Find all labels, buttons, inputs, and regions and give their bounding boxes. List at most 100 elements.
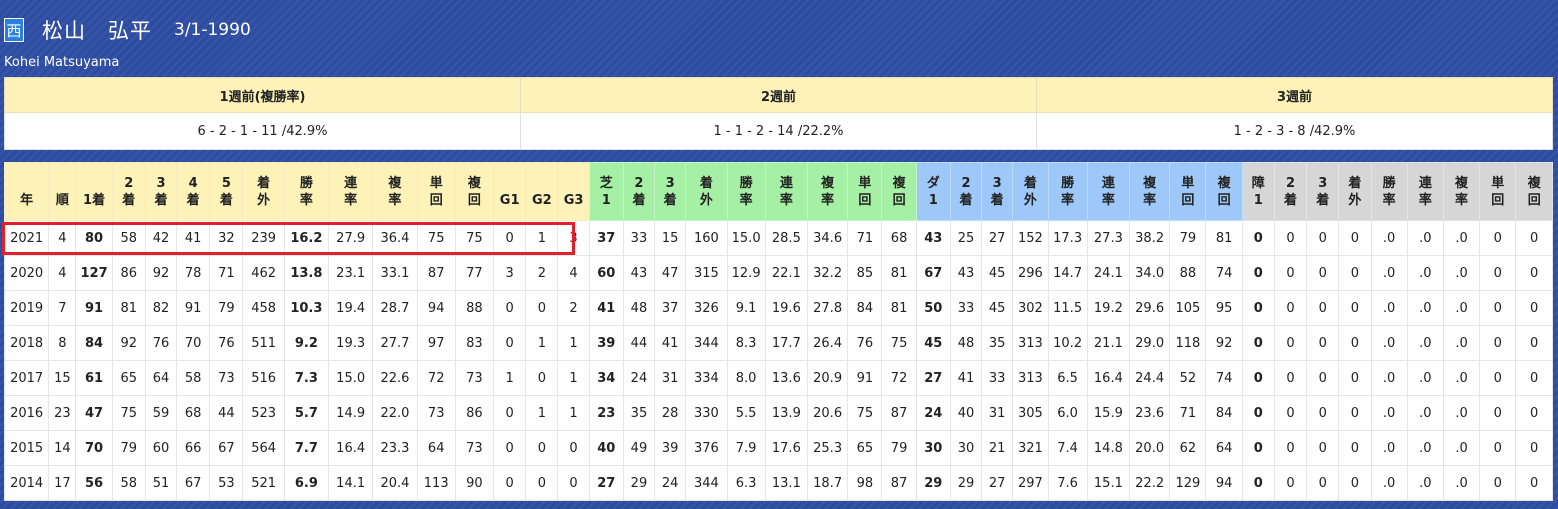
column-header-line-2: 率 — [779, 192, 793, 208]
table-cell: 1 — [525, 395, 559, 431]
table-cell: 297 — [1012, 465, 1049, 501]
column-header-line-1: 3 — [156, 175, 166, 191]
table-cell: 19.2 — [1086, 290, 1131, 326]
column-header: 障1 — [1241, 162, 1275, 221]
column-header-line-1: 単 — [429, 175, 443, 191]
table-cell: 92 — [111, 325, 146, 361]
column-header-line-2: 1 — [928, 192, 938, 208]
table-cell: 21.1 — [1086, 325, 1131, 361]
column-header-line-1: 連 — [779, 175, 793, 191]
table-cell: 64 — [144, 360, 178, 396]
column-header: G2 — [525, 162, 559, 221]
table-cell: 0 — [1241, 360, 1275, 396]
column-header: 単回 — [1169, 162, 1207, 221]
column-header-line-2: 外 — [257, 192, 271, 208]
table-cell: 0 — [1241, 220, 1275, 256]
column-header: 1着 — [75, 162, 113, 221]
table-cell: 0 — [493, 395, 527, 431]
column-header-line-2: 順 — [55, 192, 69, 208]
table-row: 2018 8 84 92 76 70 76 511 9.2 19.3 27.7 97 83 0 1 1 39 44… — [3, 325, 1553, 361]
column-header-line-2: G1 — [499, 192, 520, 208]
column-header-line-2: 回 — [1527, 192, 1541, 208]
column-header-line-2: 着 — [122, 192, 136, 208]
table-cell: 20.4 — [372, 465, 418, 501]
table-cell: 34.6 — [806, 220, 849, 256]
column-header-line-1: ダ — [926, 175, 940, 191]
table-cell: 10.2 — [1047, 325, 1088, 361]
table-cell: 2014 — [3, 465, 50, 501]
table-cell: 6.5 — [1047, 360, 1088, 396]
table-cell: 0 — [525, 430, 559, 466]
column-header: 複回 — [1515, 162, 1553, 221]
table-cell: 13.8 — [283, 255, 330, 291]
table-cell: 458 — [242, 290, 285, 326]
table-cell: 0 — [493, 430, 527, 466]
table-cell: 87 — [416, 255, 456, 291]
table-cell: 11.5 — [1047, 290, 1088, 326]
table-cell: 23.3 — [372, 430, 418, 466]
table-cell: 521 — [242, 465, 285, 501]
table-cell: 77 — [454, 255, 495, 291]
table-cell: 334 — [685, 360, 728, 396]
table-cell: 4 — [48, 220, 77, 256]
table-cell: 22.2 — [1129, 465, 1171, 501]
table-cell: 88 — [1169, 255, 1207, 291]
table-cell: 75 — [416, 220, 456, 256]
table-cell: 61 — [75, 360, 113, 396]
table-cell: 95 — [1205, 290, 1243, 326]
table-cell: 7 — [48, 290, 77, 326]
week-2-value: 1 - 1 - 2 - 14 /22.2% — [520, 112, 1037, 150]
table-cell: 50 — [915, 290, 951, 326]
table-cell: .0 — [1370, 325, 1408, 361]
table-cell: .0 — [1406, 360, 1444, 396]
table-cell: 25 — [949, 220, 983, 256]
column-header-line-1: 複 — [892, 175, 906, 191]
column-header: 5着 — [209, 162, 244, 221]
column-header: G3 — [557, 162, 590, 221]
table-cell: 73 — [416, 395, 456, 431]
table-row: 2015 14 70 79 60 66 67 564 7.7 16.4 23.3 64 73 0 0 0 40 4… — [3, 430, 1553, 466]
yearly-stats-table: 年 順 1着 2 着 3 着 4 着 5 着着外勝率連率複率単回複回 G1 G2 G3 芝 1 2 着 3… — [3, 162, 1553, 501]
column-header-line-1 — [76, 175, 111, 192]
week-3-value: 1 - 2 - 3 - 8 /42.9% — [1036, 112, 1553, 150]
column-header: 勝率 — [1370, 162, 1408, 221]
table-cell: 7.3 — [283, 360, 330, 396]
table-cell: 22.6 — [372, 360, 418, 396]
table-cell: 27.8 — [806, 290, 849, 326]
table-cell: 74 — [1205, 255, 1243, 291]
column-header-line-1: 連 — [344, 175, 358, 191]
table-cell: 79 — [111, 430, 146, 466]
table-cell: 41 — [949, 360, 983, 396]
column-header-line-2: 1着 — [83, 192, 106, 208]
table-cell: 94 — [1205, 465, 1243, 501]
table-cell: 88 — [454, 290, 495, 326]
table-cell: 0 — [1338, 465, 1372, 501]
table-cell: 39 — [588, 325, 624, 361]
table-cell: 45 — [981, 290, 1014, 326]
column-header-line-2: 率 — [1061, 192, 1075, 208]
table-cell: 73 — [454, 430, 495, 466]
column-header: 3着 — [1306, 162, 1340, 221]
table-cell: 0 — [1479, 430, 1517, 466]
column-header-line-2: 回 — [1491, 192, 1505, 208]
column-header: 着外 — [1012, 162, 1049, 221]
table-cell: 59 — [144, 395, 178, 431]
jockey-name: 松山 弘平 — [42, 19, 152, 43]
table-cell: .0 — [1442, 395, 1481, 431]
table-cell: 0 — [1273, 220, 1308, 256]
table-cell: 35 — [981, 325, 1014, 361]
table-cell: 43 — [622, 255, 656, 291]
table-cell: 105 — [1169, 290, 1207, 326]
table-cell: 0 — [1273, 255, 1308, 291]
table-cell: 67 — [176, 465, 211, 501]
column-header-line-1: 3 — [1318, 175, 1328, 191]
table-cell: 376 — [685, 430, 728, 466]
table-cell: 33 — [622, 220, 656, 256]
table-cell: 81 — [111, 290, 146, 326]
table-cell: 0 — [1241, 395, 1275, 431]
column-header-line-2: 率 — [739, 192, 753, 208]
column-header-line-1: 3 — [665, 175, 675, 191]
column-header-line-1: 4 — [188, 175, 198, 191]
table-cell: 27 — [981, 465, 1014, 501]
column-header-line-1: 複 — [1217, 175, 1231, 191]
